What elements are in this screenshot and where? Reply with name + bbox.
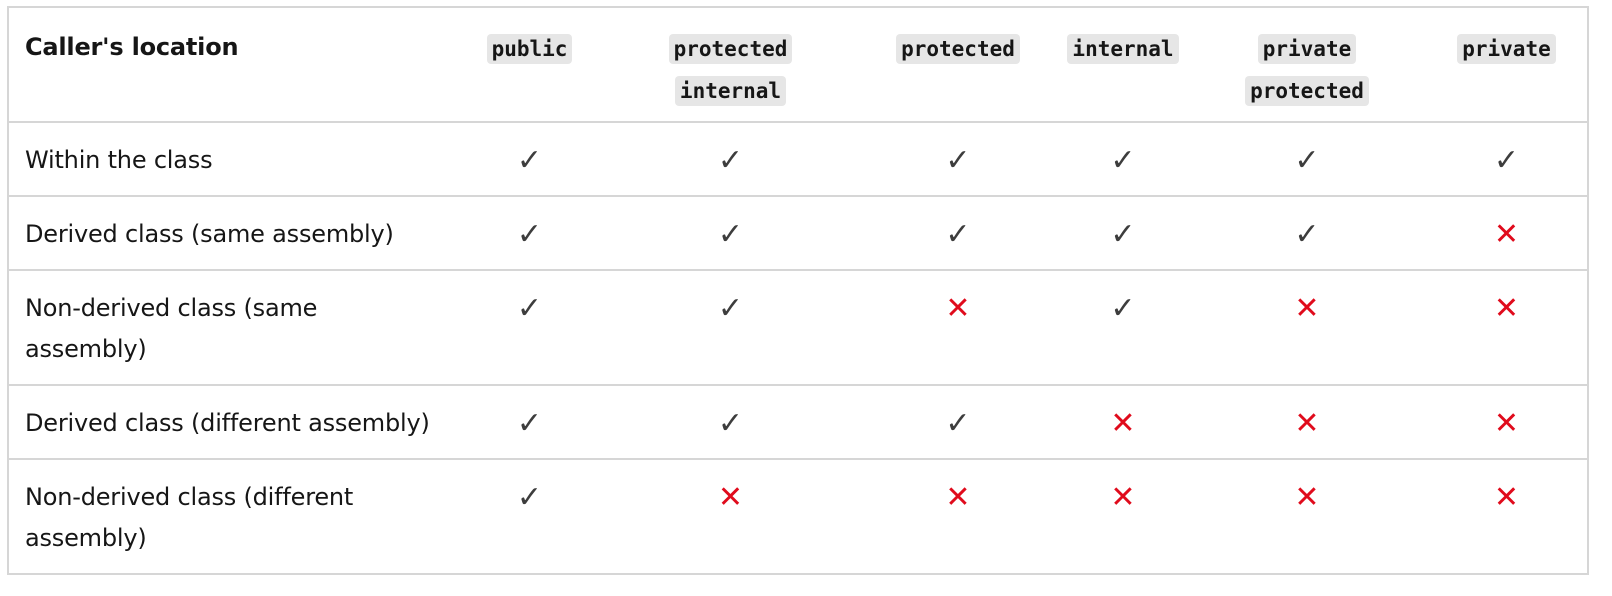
access-cell: ✓ <box>1058 196 1188 271</box>
access-cell: ✓ <box>1188 196 1426 271</box>
access-cell: ✕ <box>858 270 1058 386</box>
modifier-keyword: public <box>486 34 573 64</box>
access-cell: ✕ <box>603 459 858 575</box>
access-mark-icon: ✓ <box>1493 143 1520 178</box>
access-mark-icon: ✕ <box>1110 480 1136 515</box>
access-cell: ✓ <box>456 385 603 460</box>
access-mark-icon: ✓ <box>1110 291 1136 326</box>
access-mark-icon: ✕ <box>945 480 971 515</box>
table-row: Within the class ✓ ✓ ✓ ✓ ✓ ✓ <box>8 122 1588 197</box>
access-cell: ✓ <box>603 196 858 271</box>
access-modifier-table-container: Caller's location public protected inter… <box>7 6 1605 575</box>
table-row: Non-derived class (same assembly) ✓ ✓ ✕ … <box>8 270 1588 386</box>
access-mark-icon: ✕ <box>1294 406 1320 441</box>
access-cell: ✕ <box>1426 459 1588 575</box>
row-location: Derived class (different assembly) <box>8 385 456 460</box>
column-header-public: public <box>456 7 603 123</box>
modifier-keyword: internal <box>1067 34 1179 64</box>
access-mark-icon: ✓ <box>516 291 543 326</box>
column-header-private: private <box>1426 7 1588 123</box>
access-mark-icon: ✕ <box>1493 480 1520 515</box>
access-mark-icon: ✕ <box>1493 217 1520 252</box>
column-header-private-protected: private protected <box>1188 7 1426 123</box>
access-cell: ✕ <box>1058 459 1188 575</box>
access-mark-icon: ✓ <box>945 406 971 441</box>
access-cell: ✓ <box>603 122 858 197</box>
access-mark-icon: ✕ <box>945 291 971 326</box>
access-mark-icon: ✓ <box>717 291 744 326</box>
access-cell: ✕ <box>1058 385 1188 460</box>
access-mark-icon: ✓ <box>1110 217 1136 252</box>
access-cell: ✓ <box>456 459 603 575</box>
access-cell: ✕ <box>1188 270 1426 386</box>
modifier-keyword: private <box>1257 34 1357 64</box>
access-cell: ✓ <box>456 122 603 197</box>
modifier-keyword: internal <box>674 76 787 106</box>
modifier-keyword: private <box>1457 34 1556 64</box>
access-modifier-table: Caller's location public protected inter… <box>7 6 1589 575</box>
row-location: Within the class <box>8 122 456 197</box>
access-cell: ✓ <box>858 385 1058 460</box>
table-row: Non-derived class (different assembly) ✓… <box>8 459 1588 575</box>
access-mark-icon: ✕ <box>1110 406 1136 441</box>
access-cell: ✓ <box>603 270 858 386</box>
access-cell: ✓ <box>1426 122 1588 197</box>
access-cell: ✓ <box>456 270 603 386</box>
access-cell: ✓ <box>858 122 1058 197</box>
access-cell: ✕ <box>1426 196 1588 271</box>
column-header-protected-internal: protected internal <box>603 7 858 123</box>
access-cell: ✓ <box>456 196 603 271</box>
access-mark-icon: ✕ <box>717 480 744 515</box>
access-cell: ✕ <box>1426 385 1588 460</box>
access-cell: ✕ <box>1426 270 1588 386</box>
table-row: Derived class (same assembly) ✓ ✓ ✓ ✓ ✓ … <box>8 196 1588 271</box>
access-mark-icon: ✓ <box>717 143 744 178</box>
modifier-keyword: protected <box>896 34 1020 64</box>
access-mark-icon: ✓ <box>1110 143 1136 178</box>
access-cell: ✓ <box>1058 122 1188 197</box>
row-location: Non-derived class (different assembly) <box>8 459 456 575</box>
access-mark-icon: ✓ <box>945 217 971 252</box>
access-cell: ✕ <box>1188 385 1426 460</box>
access-mark-icon: ✓ <box>516 406 543 441</box>
access-mark-icon: ✕ <box>1294 291 1320 326</box>
access-mark-icon: ✓ <box>717 217 744 252</box>
access-mark-icon: ✓ <box>516 217 543 252</box>
row-location: Non-derived class (same assembly) <box>8 270 456 386</box>
access-cell: ✓ <box>858 196 1058 271</box>
access-mark-icon: ✓ <box>1294 143 1320 178</box>
access-mark-icon: ✓ <box>717 406 744 441</box>
access-cell: ✓ <box>1188 122 1426 197</box>
access-mark-icon: ✓ <box>516 143 543 178</box>
access-mark-icon: ✓ <box>516 480 543 515</box>
row-location: Derived class (same assembly) <box>8 196 456 271</box>
column-header-protected: protected <box>858 7 1058 123</box>
access-cell: ✓ <box>603 385 858 460</box>
column-header-internal: internal <box>1058 7 1188 123</box>
access-mark-icon: ✓ <box>945 143 971 178</box>
column-header-callers-location: Caller's location <box>8 7 456 123</box>
access-mark-icon: ✕ <box>1493 291 1520 326</box>
access-mark-icon: ✓ <box>1294 217 1320 252</box>
table-row: Derived class (different assembly) ✓ ✓ ✓… <box>8 385 1588 460</box>
modifier-keyword: protected <box>668 34 793 64</box>
access-mark-icon: ✕ <box>1493 406 1520 441</box>
access-cell: ✕ <box>858 459 1058 575</box>
access-mark-icon: ✕ <box>1294 480 1320 515</box>
access-cell: ✕ <box>1188 459 1426 575</box>
access-cell: ✓ <box>1058 270 1188 386</box>
modifier-keyword: protected <box>1245 76 1369 106</box>
table-header-row: Caller's location public protected inter… <box>8 7 1588 123</box>
